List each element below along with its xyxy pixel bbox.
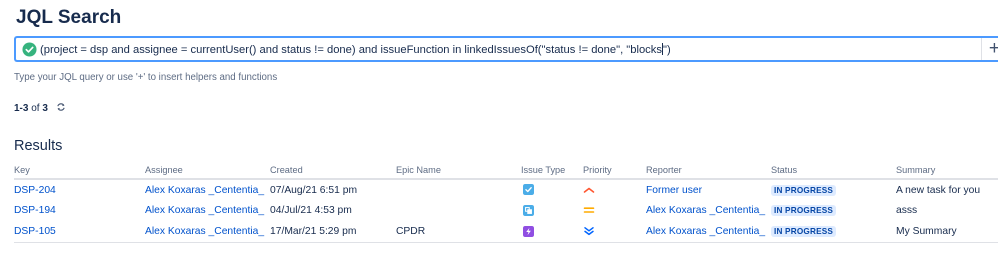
results-heading: Results xyxy=(14,138,63,154)
summary-text: My Summary xyxy=(896,221,998,243)
jql-query-text[interactable]: (project = dsp and assignee = currentUse… xyxy=(40,43,671,56)
result-count: 1-3 of 3 xyxy=(14,102,66,114)
table-row: DSP-194 Alex Koxaras _Cententia_ 04/Jul/… xyxy=(14,200,998,221)
column-header-created[interactable]: Created xyxy=(270,162,396,180)
status-badge: IN PROGRESS xyxy=(771,205,837,216)
subtask-icon xyxy=(523,204,534,216)
summary-text: A new task for you xyxy=(896,184,981,196)
assignee-link[interactable]: Alex Koxaras _Cententia_ xyxy=(145,205,264,216)
equals-icon xyxy=(583,207,595,214)
reporter-link[interactable]: Alex Koxaras _Cententia_ xyxy=(646,226,765,237)
query-text-after-caret: ") xyxy=(662,44,671,56)
issue-key-link[interactable]: DSP-105 xyxy=(14,226,56,237)
assignee-link[interactable]: Alex Koxaras _Cententia_ xyxy=(145,226,264,237)
issue-key-link[interactable]: DSP-204 xyxy=(14,185,56,196)
column-header-reporter[interactable]: Reporter xyxy=(646,162,771,180)
epic-icon xyxy=(523,225,534,237)
epic-name xyxy=(396,200,521,221)
column-header-priority[interactable]: Priority xyxy=(583,162,646,180)
column-header-assignee[interactable]: Assignee xyxy=(145,162,270,180)
query-hint: Type your JQL query or use '+' to insert… xyxy=(14,72,278,83)
status-badge: IN PROGRESS xyxy=(771,225,837,237)
reporter-link[interactable]: Alex Koxaras _Cententia_ xyxy=(646,205,765,216)
result-of-label: of xyxy=(31,103,40,114)
column-header-key[interactable]: Key xyxy=(14,162,145,180)
page-title: JQL Search xyxy=(16,7,122,28)
result-total: 3 xyxy=(42,103,48,114)
jql-query-input[interactable]: (project = dsp and assignee = currentUse… xyxy=(14,36,998,62)
assignee-link[interactable]: Alex Koxaras _Cententia_ xyxy=(145,185,264,196)
created-date: 07/Aug/21 6:51 pm xyxy=(270,184,358,196)
issue-key-link[interactable]: DSP-194 xyxy=(14,205,56,216)
table-header-row: Key Assignee Created Epic Name Issue Typ… xyxy=(14,162,998,180)
column-header-status[interactable]: Status xyxy=(771,162,896,180)
status-badge: IN PROGRESS xyxy=(771,184,837,196)
check-circle-icon xyxy=(22,42,37,57)
results-table: Key Assignee Created Epic Name Issue Typ… xyxy=(14,162,998,243)
add-helper-button[interactable]: + xyxy=(981,38,998,60)
reporter-link[interactable]: Former user xyxy=(646,185,702,196)
refresh-icon[interactable] xyxy=(56,102,66,112)
epic-name xyxy=(396,179,521,200)
column-header-issue-type[interactable]: Issue Type xyxy=(521,162,583,180)
double-chevron-down-icon xyxy=(584,227,594,236)
column-header-summary[interactable]: Summary xyxy=(896,162,998,180)
chevron-up-icon xyxy=(583,187,595,193)
task-icon xyxy=(523,184,534,196)
jql-search-page: JQL Search (project = dsp and assignee =… xyxy=(0,0,998,277)
column-header-epic-name[interactable]: Epic Name xyxy=(396,162,521,180)
result-range: 1-3 xyxy=(14,103,29,114)
epic-name: CPDR xyxy=(396,221,521,243)
table-row: DSP-105 Alex Koxaras _Cententia_ 17/Mar/… xyxy=(14,221,998,243)
created-date: 04/Jul/21 4:53 pm xyxy=(270,205,352,216)
query-text-before-caret: (project = dsp and assignee = currentUse… xyxy=(40,44,662,56)
created-date: 17/Mar/21 5:29 pm xyxy=(270,221,396,243)
table-row: DSP-204 Alex Koxaras _Cententia_ 07/Aug/… xyxy=(14,179,998,200)
summary-text: asss xyxy=(896,205,918,216)
